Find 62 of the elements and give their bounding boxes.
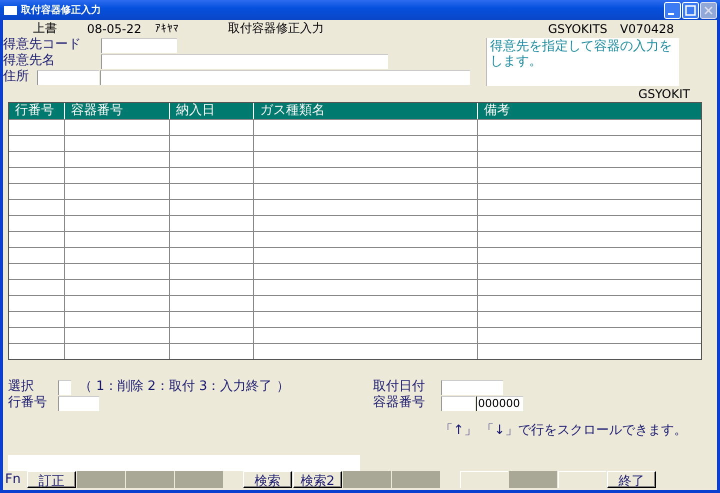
- user-text: ｱｷﾔﾏ: [155, 22, 180, 35]
- table-cell: [9, 151, 64, 167]
- table-cell: [9, 279, 64, 295]
- table-cell: [9, 199, 64, 215]
- field-label: 取付日付: [373, 379, 426, 395]
- column-header: 容器番号: [64, 103, 169, 119]
- table-cell: [9, 247, 64, 263]
- minimize-icon[interactable]: [664, 2, 681, 18]
- table-cell: [9, 183, 64, 199]
- customer-name-field[interactable]: [101, 54, 388, 68]
- function-key-button[interactable]: 検索2: [293, 471, 342, 488]
- table-cell: [9, 327, 64, 343]
- function-key-button[interactable]: 検索: [243, 471, 292, 488]
- disabled-key: [175, 471, 223, 488]
- form-id: GSYOKIT: [638, 87, 690, 101]
- date-text: 08-05-22: [87, 22, 142, 36]
- container-prefix-field[interactable]: [441, 396, 475, 410]
- table-cell: [9, 311, 64, 327]
- column-header: 行番号: [9, 103, 64, 119]
- address-field[interactable]: [37, 70, 99, 84]
- disabled-key: [77, 471, 125, 488]
- column-header: 納入日: [169, 103, 253, 119]
- selection-hint: （ 1：削除 2：取付 3：入力終了 ）: [79, 379, 290, 395]
- field-label: 行番号: [8, 395, 48, 411]
- field-label: 選択: [8, 379, 35, 395]
- column-header: ガス種類名: [253, 103, 477, 119]
- screen-title: 取付容器修正入力: [228, 20, 325, 37]
- field-label: 容器番号: [373, 395, 426, 411]
- close-icon[interactable]: [700, 2, 717, 18]
- address-field[interactable]: [100, 70, 470, 84]
- scroll-hint: 「↑」 「↓」で行をスクロールできます。: [440, 423, 687, 439]
- disabled-key: [343, 471, 391, 488]
- function-key-button[interactable]: 訂正: [27, 471, 76, 488]
- table-cell: [9, 231, 64, 247]
- table-cell: [9, 119, 64, 135]
- table-cell: [9, 135, 64, 151]
- version-text: V070428: [620, 22, 674, 36]
- maximize-icon[interactable]: [682, 2, 699, 18]
- field-label: 得意先コード: [3, 37, 82, 53]
- window-icon: [4, 6, 17, 14]
- disabled-key: [392, 471, 440, 488]
- program-id: GSYOKITS: [548, 22, 608, 36]
- table-cell: [9, 343, 64, 359]
- selection-field[interactable]: [58, 380, 71, 394]
- window-title: 取付容器修正入力: [21, 3, 102, 17]
- field-label: 得意先名: [3, 53, 56, 69]
- disabled-key: [126, 471, 174, 488]
- table-cell: [9, 167, 64, 183]
- field-label: 住所: [3, 69, 30, 85]
- function-key-button[interactable]: 終了: [607, 471, 656, 488]
- mode-text: 上書: [33, 20, 58, 37]
- customer-code-field[interactable]: [101, 38, 177, 52]
- column-header: 備考: [477, 103, 701, 119]
- table-cell: [9, 215, 64, 231]
- fn-label: Fn: [4, 472, 22, 488]
- disabled-key: [509, 471, 557, 488]
- install-date-field[interactable]: [441, 380, 503, 394]
- row-number-field[interactable]: [58, 396, 99, 410]
- table-cell: [9, 295, 64, 311]
- table-cell: [9, 263, 64, 279]
- message-box: 得意先を指定して容器の入力をします。: [486, 38, 679, 86]
- container-number-field[interactable]: 000000: [476, 396, 523, 410]
